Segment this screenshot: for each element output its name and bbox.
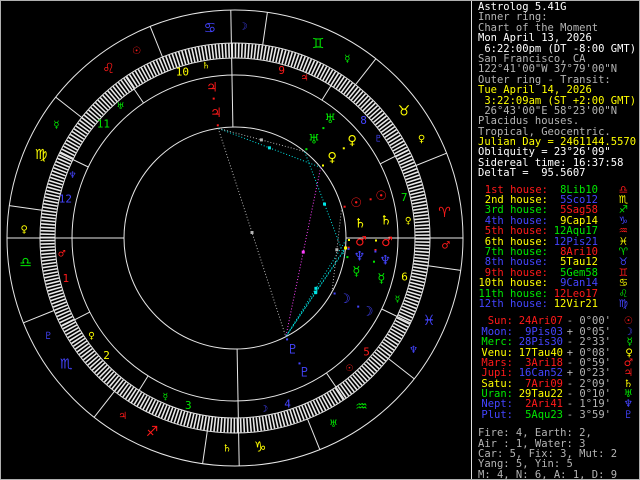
svg-text:♄: ♄ (354, 216, 366, 231)
planet-position-value: 5Aqu23 (525, 408, 563, 421)
planet-label: Plut: (481, 408, 513, 421)
info-text: Tue April 14, 2026 (478, 84, 592, 97)
planet-velocity: - 2°33' (566, 336, 611, 349)
svg-text:♀: ♀ (418, 134, 425, 145)
svg-text:7: 7 (401, 191, 408, 204)
svg-text:♆: ♆ (68, 171, 76, 181)
svg-text:12: 12 (59, 193, 72, 206)
house-label: 12th house: (478, 297, 548, 310)
svg-text:☿: ☿ (352, 264, 360, 279)
svg-text:♅: ♅ (324, 112, 336, 127)
svg-text:♆: ♆ (379, 254, 391, 269)
svg-text:☉: ☉ (132, 46, 141, 57)
svg-text:♀: ♀ (347, 134, 357, 149)
house-ring: 1♂2♀3☿ 4☽5☉6☿7♀8♇9♃10 ♄11♅12♆ (7, 9, 463, 467)
svg-text:☿: ☿ (163, 393, 169, 403)
svg-text:♇: ♇ (287, 343, 299, 358)
svg-text:♌: ♌ (102, 61, 115, 77)
svg-text:♑: ♑ (254, 440, 267, 456)
svg-text:♀: ♀ (21, 225, 28, 236)
svg-text:2: 2 (103, 349, 110, 362)
svg-text:♅: ♅ (329, 419, 338, 430)
svg-text:♃: ♃ (206, 80, 218, 95)
house-sign-icon: ♍ (618, 297, 628, 310)
svg-text:♀: ♀ (88, 331, 95, 341)
planet-label: Merc: (481, 336, 513, 349)
planet-icon: ☿ (626, 336, 633, 349)
svg-text:♐: ♐ (146, 424, 159, 440)
svg-text:6: 6 (401, 270, 408, 283)
svg-text:8: 8 (360, 114, 367, 127)
svg-text:♃: ♃ (118, 411, 127, 422)
info-panel: Astrolog 5.41G Inner ring: Chart of the Mo… (471, 0, 640, 480)
svg-text:☽: ☽ (362, 305, 374, 320)
svg-text:☿: ☿ (395, 295, 401, 305)
svg-text:♂: ♂ (58, 250, 66, 260)
svg-text:♀: ♀ (405, 216, 412, 226)
chart-wheel: ♈♂♉♀♊☿♋ ☽♌☉♍☿♎♀♏♇♐♃♑♄♒♅♓♆1♂2♀3☿ 4☽5☉6☿7♀8♇… (6, 9, 464, 467)
svg-text:♂: ♂ (441, 241, 450, 252)
svg-text:♃: ♃ (210, 106, 222, 121)
svg-text:♍: ♍ (35, 147, 48, 163)
svg-text:☉: ☉ (350, 196, 362, 211)
svg-text:♉: ♉ (398, 104, 411, 120)
svg-text:♓: ♓ (423, 313, 436, 329)
info-line-16: DeltaT = 95.5607 (478, 167, 640, 180)
summary-line-4: M: 4, N: 6, A: 1, D: 9 (478, 468, 640, 480)
info-text: DeltaT = 95.5607 (478, 167, 586, 180)
house-row: 10th house: 9Can14 ♋ (478, 277, 640, 290)
svg-text:☿: ☿ (377, 271, 385, 286)
svg-text:♇: ♇ (44, 331, 53, 342)
svg-text:☿: ☿ (344, 54, 350, 65)
svg-text:1: 1 (62, 272, 69, 285)
svg-text:☿: ☿ (53, 120, 59, 131)
house-sign-icon: ♋ (618, 277, 628, 290)
svg-text:♒: ♒ (355, 399, 368, 415)
astrolog-window: ♈ ♂ ♉ ♀ ♊ ☿ ♋ ☽ ♌ ☉ ♍ ☿ ♎ ♀ ♏ ♇ ♐ ♃ ♑ ♄ ♒ ♅ ♓ ♆ 1 ♂ 2 ♀ 3 ☿ 4 ☽ 5 ☉ 6 ☿ 7 ♀ 8 ♇… (0, 0, 640, 480)
svg-text:♆: ♆ (409, 345, 418, 356)
svg-text:♏: ♏ (60, 357, 73, 373)
svg-text:♅: ♅ (308, 132, 320, 147)
svg-text:♋: ♋ (204, 21, 217, 37)
svg-text:☽: ☽ (239, 22, 248, 33)
house-cusp-value: 12Vir21 (553, 297, 598, 310)
svg-text:11: 11 (97, 118, 110, 131)
svg-text:♅: ♅ (116, 102, 124, 112)
svg-text:♀: ♀ (327, 150, 337, 165)
svg-text:3: 3 (185, 399, 192, 412)
house-row: 12th house: 12Vir21 ♍ (478, 297, 640, 310)
planet-position-value: 28Pis30 (518, 336, 563, 349)
summary-text: M: 4, N: 6, A: 1, D: 9 (478, 468, 618, 480)
svg-text:♇: ♇ (374, 135, 382, 145)
svg-text:9: 9 (278, 64, 285, 77)
svg-text:♂: ♂ (355, 234, 367, 249)
planet-glyphs-inner: ☉ ☽☿ ♀ ♂ ♃ ♄ ♅ ♆ ♇ (210, 106, 367, 358)
svg-text:5: 5 (363, 345, 370, 358)
house-cusp-value: 9Can14 (560, 277, 598, 290)
svg-text:☽: ☽ (260, 405, 268, 415)
svg-text:♄: ♄ (202, 61, 210, 71)
svg-text:10: 10 (176, 66, 189, 79)
planet-row: Merc: 28Pis30- 2°33' ☿ (478, 336, 640, 349)
info-line-3: Mon April 13, 2026 (478, 33, 640, 44)
svg-text:♄: ♄ (380, 214, 392, 229)
planet-row: Plut: 5Aqu23- 3°59' ♇ (478, 408, 640, 421)
svg-text:♆: ♆ (354, 250, 366, 265)
svg-text:♂: ♂ (381, 235, 393, 250)
svg-text:♊: ♊ (312, 36, 325, 52)
info-line-8: Tue April 14, 2026 (478, 84, 640, 97)
svg-text:☽: ☽ (339, 292, 351, 307)
planet-velocity: - 3°59' (566, 408, 611, 421)
svg-text:4: 4 (284, 397, 291, 410)
svg-text:♎: ♎ (19, 255, 32, 271)
svg-text:♃: ♃ (301, 74, 309, 84)
house-label: 10th house: (478, 277, 548, 290)
svg-text:♇: ♇ (299, 366, 311, 381)
svg-text:☉: ☉ (345, 364, 353, 374)
svg-text:♄: ♄ (223, 443, 232, 454)
svg-text:☉: ☉ (375, 189, 387, 204)
svg-text:♈: ♈ (438, 205, 451, 221)
planet-icon: ♇ (623, 408, 633, 421)
